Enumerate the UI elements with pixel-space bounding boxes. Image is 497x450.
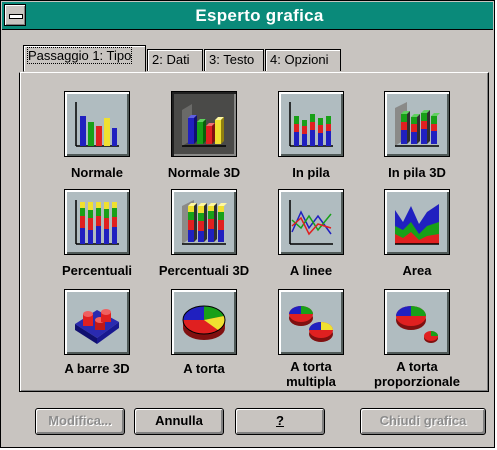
bar-chart-icon [75,102,119,147]
chiudi-grafica-button[interactable]: Chiudi grafica [360,408,486,435]
chart-type-label: Normale [70,165,124,180]
tab-testo[interactable]: 3: Testo [204,49,264,71]
tab-dati[interactable]: 2: Dati [147,49,203,71]
chart-type-in-pila[interactable] [278,91,344,157]
chart-type-label: A barre 3D [64,361,130,376]
chart-type-percentuali-3d[interactable] [171,189,237,255]
chart-type-normale-3d[interactable] [171,91,237,157]
annulla-button[interactable]: Annulla [134,408,224,435]
stacked-bar-icon [289,102,333,147]
chart-type-label: Percentuali [61,263,133,278]
percent-bar-icon [75,200,119,245]
chart-type-normale[interactable] [64,91,130,157]
bar-chart-3d-icon [182,104,226,147]
chart-type-in-pila-3d[interactable] [384,91,450,157]
chart-type-label: In pila [292,165,330,180]
modifica-button[interactable]: Modifica... [35,408,125,435]
chart-type-label: Area [402,263,432,278]
bar-3d-surface-icon [75,309,119,344]
tab-opzioni[interactable]: 4: Opzioni [265,49,341,71]
tab-tipo[interactable]: Passaggio 1: Tipo [23,45,146,72]
multi-pie-icon [289,306,333,342]
window-title: Esperto grafica [195,6,324,25]
line-chart-icon [289,200,333,245]
chart-wizard-dialog: Esperto grafica Passaggio 1: Tipo 2: Dat… [0,0,495,448]
chart-type-a-linee[interactable] [278,189,344,255]
chart-type-label: Normale 3D [167,165,241,180]
percent-bar-3d-icon [182,200,227,245]
chart-type-area[interactable] [384,189,450,255]
chart-type-a-torta-proporzionale[interactable] [384,289,450,355]
title-bar: Esperto grafica [2,2,493,30]
chart-type-label: A torta multipla [286,359,336,389]
chart-type-label: A linee [289,263,333,278]
help-button[interactable]: ? [235,408,325,435]
chart-type-a-torta[interactable] [171,289,237,355]
chart-type-label: In pila 3D [388,165,446,180]
area-chart-icon [395,204,439,245]
chart-type-a-torta-multipla[interactable] [278,289,344,355]
proportional-pie-icon [396,306,438,343]
pie-chart-icon [182,305,226,340]
chart-type-label: Percentuali 3D [158,263,250,278]
chart-type-a-barre-3d[interactable] [64,289,130,355]
stacked-bar-3d-icon [395,102,440,147]
chart-type-label: A torta [183,361,225,376]
chart-type-label: A torta proporzionale [374,359,460,389]
chart-type-percentuali[interactable] [64,189,130,255]
